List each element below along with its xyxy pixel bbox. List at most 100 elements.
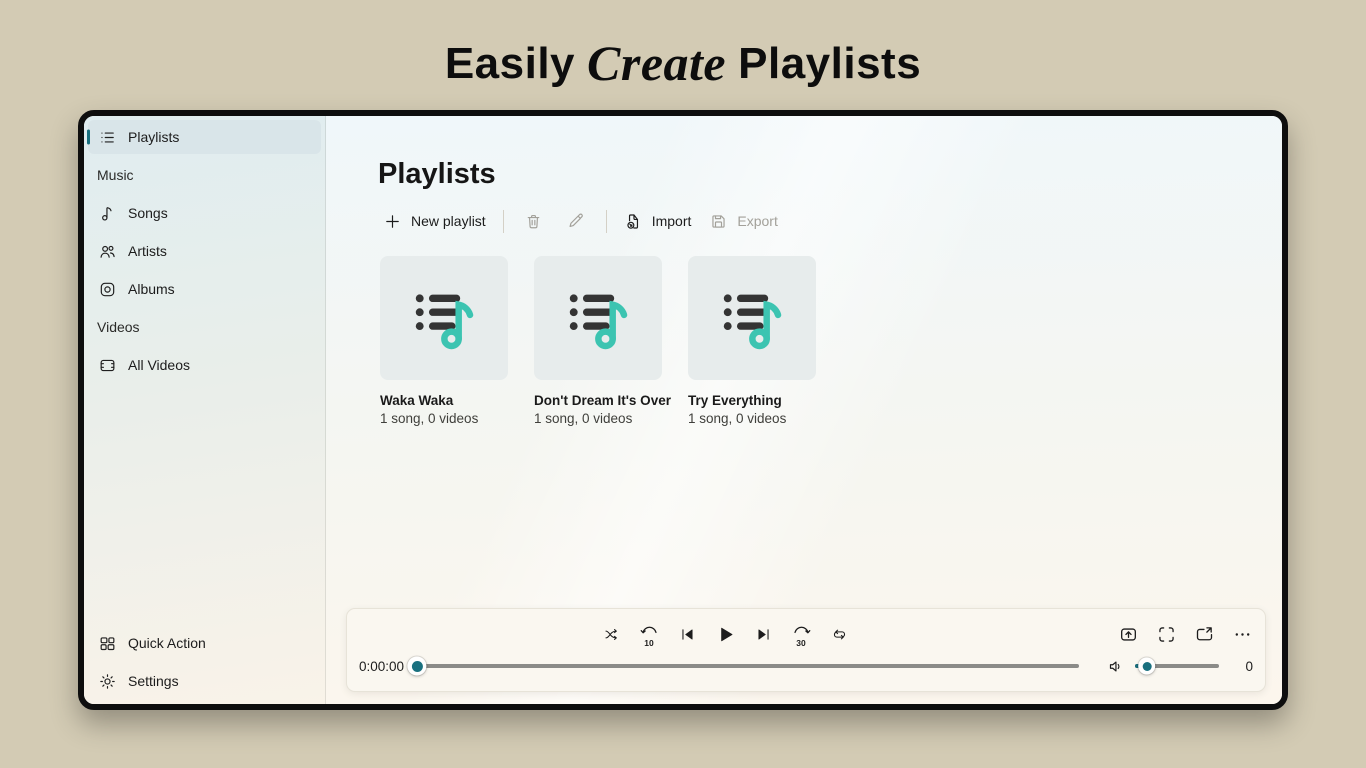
fullscreen-icon <box>1158 626 1174 642</box>
sidebar-item-songs[interactable]: Songs <box>88 196 321 230</box>
cast-button[interactable] <box>1113 619 1143 649</box>
page-heading: Playlists <box>378 158 496 190</box>
play-button[interactable] <box>710 619 740 649</box>
sidebar-item-label: Albums <box>128 281 175 297</box>
sidebar-item-albums[interactable]: Albums <box>88 272 321 306</box>
repeat-button[interactable] <box>824 619 854 649</box>
toolbar-divider <box>605 209 607 233</box>
new-playlist-button[interactable]: New playlist <box>374 208 495 235</box>
export-label: Export <box>737 213 778 229</box>
more-button[interactable] <box>1227 619 1257 649</box>
player-bar: 10 30 0:00:00 0 <box>346 608 1266 692</box>
playlist-meta: 1 song, 0 videos <box>534 411 633 426</box>
playlist-title: Try Everything <box>688 393 782 408</box>
import-label: Import <box>651 213 692 229</box>
gear-icon <box>97 671 117 691</box>
seek-bar[interactable] <box>407 656 1079 676</box>
page-title: Easily Create Playlists <box>0 0 1366 92</box>
cast-icon <box>1120 627 1136 641</box>
import-button[interactable]: Import <box>615 208 701 235</box>
pencil-icon <box>569 213 583 227</box>
skip-forward-button[interactable]: 30 <box>786 619 816 649</box>
playlist-cover[interactable] <box>688 256 816 380</box>
playlist-meta: 1 song, 0 videos <box>688 411 787 426</box>
sidebar-section-music: Music <box>97 167 134 183</box>
toolbar-divider <box>502 209 504 233</box>
sidebar-item-all-videos[interactable]: All Videos <box>88 348 321 382</box>
playlist-cover[interactable] <box>380 256 508 380</box>
delete-button[interactable] <box>512 208 555 235</box>
trash-icon <box>527 214 540 228</box>
volume-slider[interactable] <box>1135 657 1219 675</box>
more-ellipsis-icon <box>1235 632 1249 636</box>
sidebar-item-playlists[interactable]: Playlists <box>87 120 321 154</box>
next-button[interactable] <box>748 619 778 649</box>
player-controls-row: 10 30 <box>347 619 1265 653</box>
sidebar-item-settings[interactable]: Settings <box>88 664 321 698</box>
new-playlist-label: New playlist <box>411 213 486 229</box>
album-icon <box>97 279 117 299</box>
previous-button[interactable] <box>672 619 702 649</box>
sidebar-item-artists[interactable]: Artists <box>88 234 321 268</box>
toolbar: New playlist Import Export <box>374 206 1282 236</box>
fullscreen-button[interactable] <box>1151 619 1181 649</box>
player-seek-row: 0:00:00 0 <box>347 649 1265 683</box>
volume-icon[interactable] <box>1105 657 1127 676</box>
seek-track[interactable] <box>415 664 1079 668</box>
playlist-art-icon <box>723 294 782 350</box>
skip-back-label: 10 <box>644 638 654 648</box>
main-content: Playlists New playlist Import Export Wak… <box>326 116 1282 704</box>
selected-indicator <box>87 129 90 145</box>
people-icon <box>97 241 117 261</box>
playlist-card[interactable]: Waka Waka 1 song, 0 videos <box>380 256 508 426</box>
sidebar-section-videos: Videos <box>97 319 140 335</box>
sidebar-item-label: All Videos <box>128 357 191 373</box>
playlist-meta: 1 song, 0 videos <box>380 411 479 426</box>
sidebar-item-label: Artists <box>128 243 167 259</box>
media-player-window: Playlists Music Songs Artists Albums Vid… <box>78 110 1288 710</box>
play-icon <box>720 627 732 641</box>
miniplayer-button[interactable] <box>1189 619 1219 649</box>
plus-icon <box>386 214 399 228</box>
seek-thumb[interactable] <box>407 656 427 676</box>
sidebar-item-label: Playlists <box>128 129 180 145</box>
playlist-cover[interactable] <box>534 256 662 380</box>
miniplayer-icon <box>1196 626 1212 640</box>
film-frame-icon <box>97 355 117 375</box>
title-word-italic: Create <box>587 35 727 91</box>
volume-value: 0 <box>1245 658 1253 674</box>
playlist-card[interactable]: Don't Dream It's Over 1 song, 0 videos <box>534 256 671 426</box>
previous-track-icon <box>681 628 693 640</box>
sidebar-item-label: Settings <box>128 673 179 689</box>
playlist-art-icon <box>415 294 474 350</box>
sidebar-item-label: Songs <box>128 205 168 221</box>
music-note-icon <box>97 203 117 223</box>
quick-action-grid-icon <box>97 633 117 653</box>
repeat-icon <box>833 629 845 639</box>
title-word-regular: Playlists <box>738 39 922 88</box>
import-icon <box>627 213 638 229</box>
playlist-grid: Waka Waka 1 song, 0 videos Don't Dream I… <box>380 256 1282 426</box>
sidebar-item-quick-action[interactable]: Quick Action <box>88 626 321 660</box>
export-button[interactable]: Export <box>700 208 786 235</box>
sidebar: Playlists Music Songs Artists Albums Vid… <box>84 116 326 704</box>
title-word-regular: Easily <box>444 39 576 88</box>
elapsed-time: 0:00:00 <box>359 658 405 674</box>
shuffle-button[interactable] <box>596 619 626 649</box>
shuffle-icon <box>604 628 617 640</box>
export-save-icon <box>712 214 726 228</box>
playlist-queue-icon <box>97 127 117 147</box>
skip-forward-label: 30 <box>796 638 806 648</box>
playlist-card[interactable]: Try Everything 1 song, 0 videos <box>688 256 816 426</box>
edit-button[interactable] <box>555 208 598 235</box>
volume-thumb[interactable] <box>1138 657 1156 675</box>
playlist-title: Waka Waka <box>380 393 454 408</box>
transport-controls: 10 30 <box>596 619 854 649</box>
skip-back-button[interactable]: 10 <box>634 619 664 649</box>
sidebar-item-label: Quick Action <box>128 635 206 651</box>
next-track-icon <box>757 628 769 640</box>
playlist-title: Don't Dream It's Over <box>534 393 671 408</box>
player-secondary-controls <box>1113 619 1257 649</box>
playlist-art-icon <box>569 294 628 350</box>
